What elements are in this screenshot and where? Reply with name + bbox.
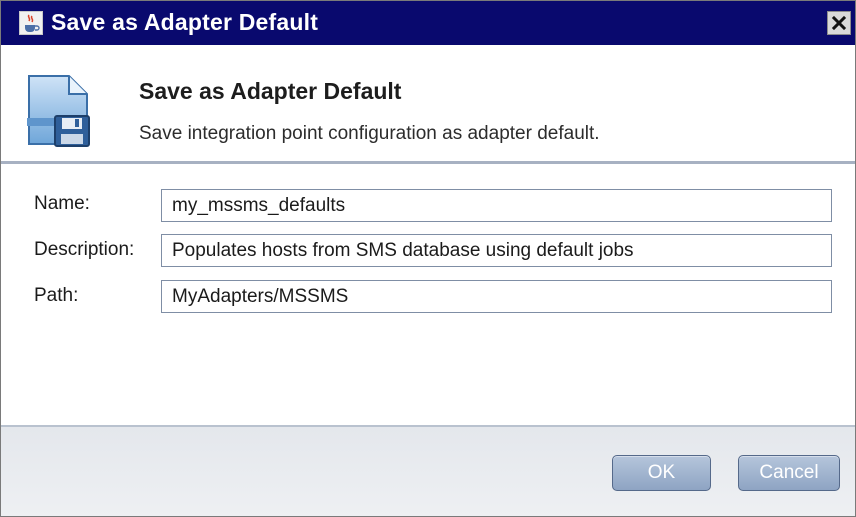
- cancel-button[interactable]: Cancel: [738, 455, 840, 491]
- header-subtitle: Save integration point configuration as …: [139, 123, 600, 144]
- close-icon: [831, 15, 847, 31]
- button-bar: OK Cancel: [1, 425, 855, 516]
- document-save-icon: [25, 74, 97, 148]
- name-field[interactable]: [161, 189, 832, 222]
- name-label: Name:: [34, 193, 90, 214]
- description-label: Description:: [34, 239, 135, 260]
- close-button[interactable]: [827, 11, 851, 35]
- dialog-header: Save as Adapter Default Save integration…: [1, 45, 855, 161]
- ok-button[interactable]: OK: [612, 455, 711, 491]
- save-adapter-default-dialog: Save as Adapter Default Save as Adapter …: [0, 0, 856, 517]
- path-label: Path:: [34, 285, 79, 306]
- title-bar[interactable]: Save as Adapter Default: [1, 1, 855, 45]
- header-title: Save as Adapter Default: [139, 78, 402, 104]
- form-area: Name: Description: Path:: [1, 164, 855, 426]
- description-field[interactable]: [161, 234, 832, 267]
- java-coffee-cup-icon: [19, 11, 43, 35]
- path-field[interactable]: [161, 280, 832, 313]
- window-title: Save as Adapter Default: [51, 9, 319, 35]
